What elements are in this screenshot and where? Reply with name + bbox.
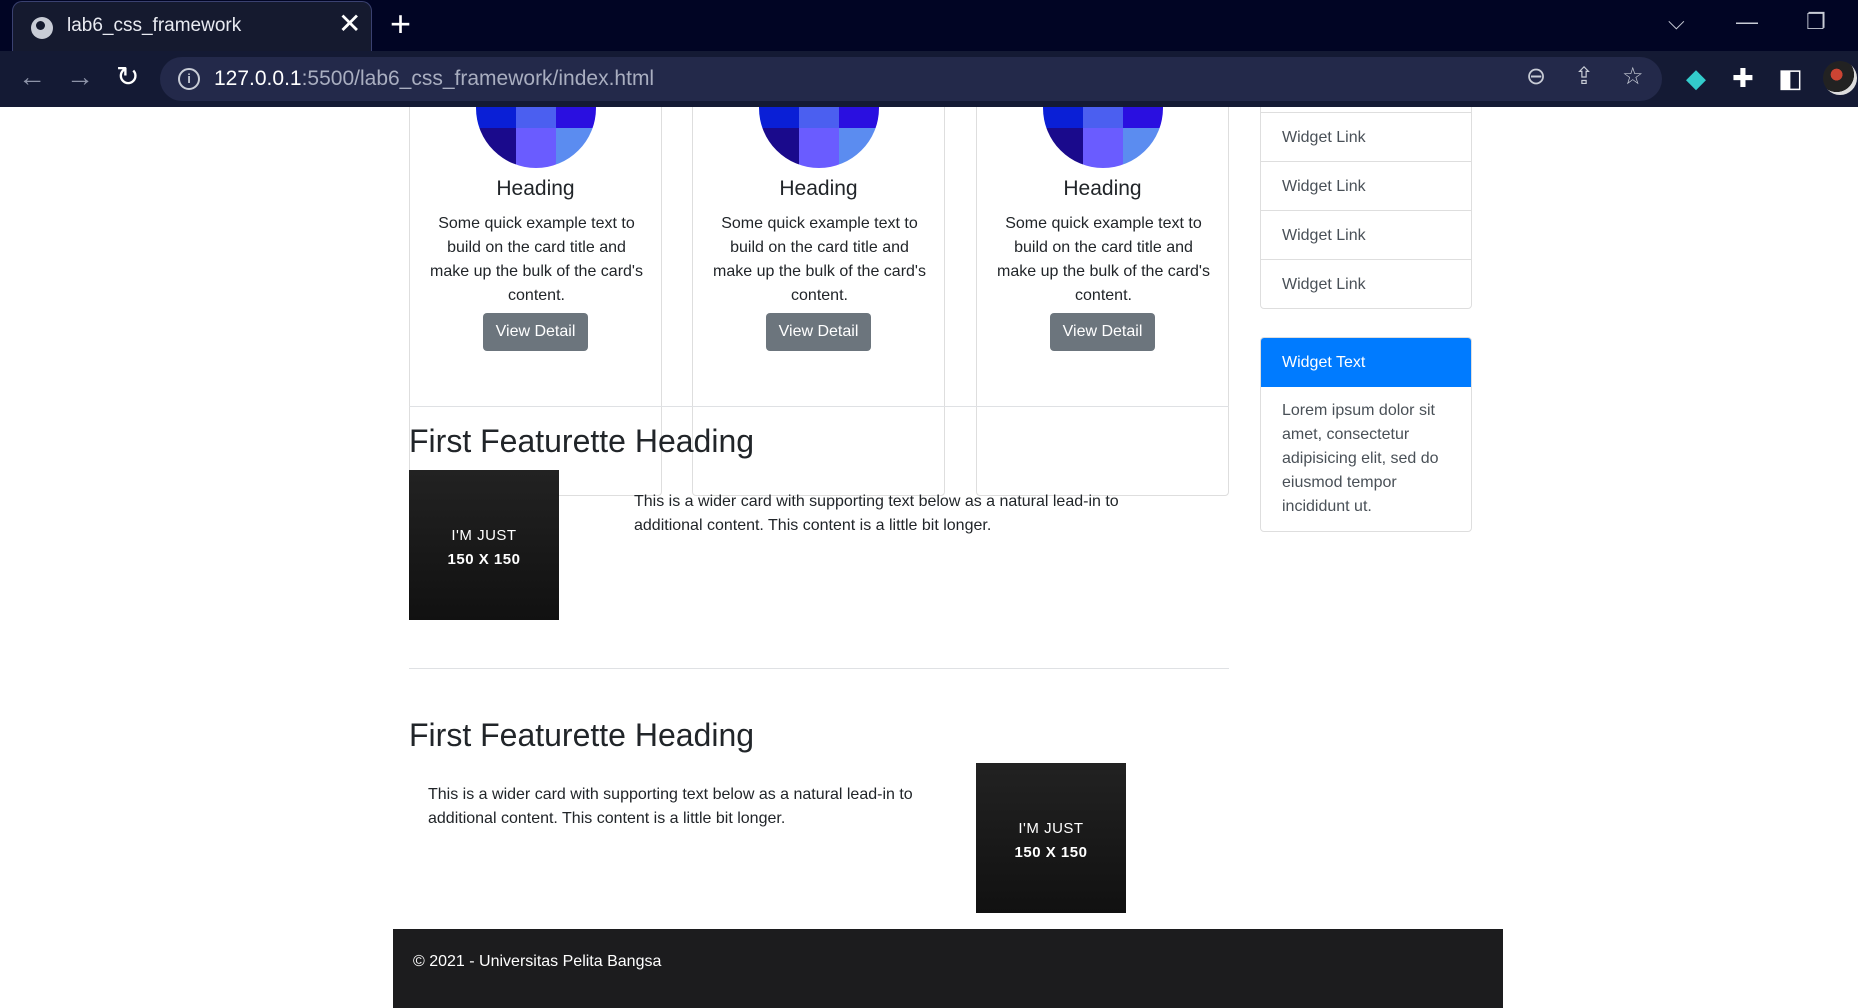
site-info-icon[interactable]: i (178, 68, 200, 90)
url-host: 127.0.0.1 (214, 67, 302, 90)
browser-toolbar: ← → ↻ i 127.0.0.1:5500/lab6_css_framewor… (0, 51, 1858, 107)
card-title: Heading (496, 177, 575, 200)
card-text: Some quick example text to build on the … (997, 215, 1210, 304)
placeholder-size: 150 X 150 (1014, 844, 1088, 861)
extension-icon[interactable]: ◆ (1686, 65, 1706, 91)
reload-icon[interactable]: ↻ (116, 63, 139, 91)
featurette-text: This is a wider card with supporting tex… (428, 786, 913, 827)
placeholder-image: I'M JUST 150 X 150 (976, 763, 1126, 913)
placeholder-image: I'M JUST 150 X 150 (409, 470, 559, 620)
globe-icon (31, 17, 53, 39)
widget-link[interactable]: Widget Link (1261, 259, 1471, 308)
widget-link[interactable]: Widget Link (1261, 112, 1471, 161)
page-content: Heading Some quick example text to build… (0, 107, 1858, 1008)
view-detail-button[interactable]: View Detail (483, 313, 588, 351)
footer-text: © 2021 - Universitas Pelita Bangsa (413, 953, 662, 970)
zoom-icon[interactable]: ⊖ (1526, 65, 1546, 89)
url-text[interactable]: 127.0.0.1:5500/lab6_css_framework/index.… (214, 67, 654, 91)
share-icon[interactable]: ⇪ (1574, 65, 1594, 89)
card-title: Heading (779, 177, 858, 200)
address-bar[interactable]: i 127.0.0.1:5500/lab6_css_framework/inde… (160, 57, 1662, 101)
placeholder-text: I'M JUST (451, 527, 517, 544)
featurette-text: This is a wider card with supporting tex… (634, 493, 1119, 534)
card-text: Some quick example text to build on the … (430, 215, 643, 304)
placeholder-size: 150 X 150 (447, 551, 521, 568)
divider (409, 406, 1229, 407)
widget-title: Widget Text (1261, 338, 1471, 387)
back-icon[interactable]: ← (18, 63, 46, 91)
widget-link-list: Widget Link Widget Link Widget Link Widg… (1260, 107, 1472, 309)
featurette-heading: First Featurette Heading (409, 423, 755, 459)
tab-title: lab6_css_framework (67, 15, 242, 36)
featurette-heading: First Featurette Heading (409, 717, 755, 753)
view-detail-button[interactable]: View Detail (766, 313, 871, 351)
widget-link[interactable]: Widget Link (1261, 210, 1471, 259)
footer: © 2021 - Universitas Pelita Bangsa (393, 929, 1503, 1008)
browser-tab[interactable]: lab6_css_framework ✕ (12, 1, 372, 51)
chevron-down-icon[interactable]: ⌵ (1668, 11, 1685, 33)
profile-avatar[interactable] (1823, 61, 1857, 95)
card-text: Some quick example text to build on the … (713, 215, 926, 304)
close-tab-icon[interactable]: ✕ (338, 10, 361, 38)
card-image (476, 107, 596, 168)
url-path: :5500/lab6_css_framework/index.html (301, 67, 655, 90)
card-title: Heading (1063, 177, 1142, 200)
forward-icon[interactable]: → (66, 63, 94, 91)
restore-icon[interactable]: ❐ (1806, 11, 1826, 33)
minimize-icon[interactable]: — (1736, 11, 1758, 33)
card-image (1043, 107, 1163, 168)
side-panel-icon[interactable]: ◧ (1778, 65, 1803, 91)
divider (409, 668, 1229, 669)
card-image (759, 107, 879, 168)
puzzle-icon[interactable]: ✚ (1732, 65, 1754, 91)
new-tab-button[interactable]: + (390, 6, 411, 42)
browser-tab-bar: lab6_css_framework ✕ + ⌵ — ❐ (0, 0, 1858, 51)
widget-link[interactable]: Widget Link (1261, 161, 1471, 210)
view-detail-button[interactable]: View Detail (1050, 313, 1155, 351)
bookmark-star-icon[interactable]: ☆ (1622, 65, 1644, 89)
placeholder-text: I'M JUST (1018, 820, 1084, 837)
text-widget: Widget Text Lorem ipsum dolor sit amet, … (1260, 337, 1472, 532)
widget-body: Lorem ipsum dolor sit amet, consectetur … (1282, 402, 1439, 515)
card: Heading Some quick example text to build… (976, 107, 1229, 496)
